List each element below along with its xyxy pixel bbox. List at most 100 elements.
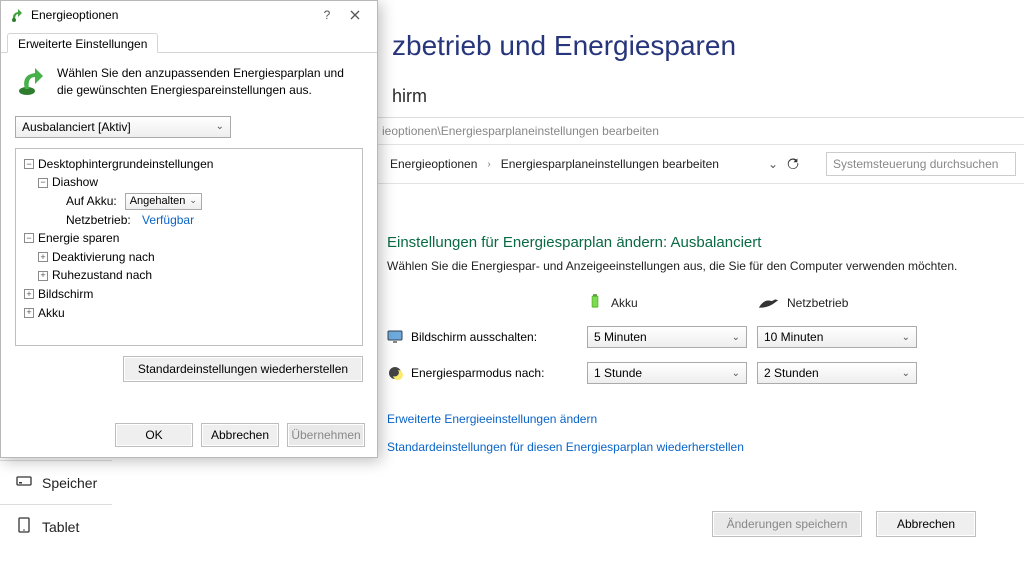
dialog-tabbar: Erweiterte Einstellungen xyxy=(1,29,377,53)
on-ac-value[interactable]: Verfügbar xyxy=(142,211,194,230)
tree-prop-label: Netzbetrieb: xyxy=(66,211,131,230)
expand-icon[interactable]: + xyxy=(24,308,34,318)
restore-plan-defaults-link[interactable]: Standardeinstellungen für diesen Energie… xyxy=(387,440,1024,454)
tree-desktop-bg[interactable]: − Desktophintergrundeinstellungen xyxy=(24,155,354,174)
search-input[interactable]: Systemsteuerung durchsuchen xyxy=(826,152,1016,176)
tree-diashow[interactable]: − Diashow xyxy=(24,173,354,192)
sidebar-item-label: Tablet xyxy=(42,519,79,535)
expand-icon[interactable]: + xyxy=(38,252,48,262)
page-title: zbetrieb und Energiesparen xyxy=(392,0,1024,72)
tree-on-ac[interactable]: Netzbetrieb: Verfügbar xyxy=(24,211,354,230)
plan-grid: Akku Netzbetrieb Bildschirm ausschalten:… xyxy=(387,293,987,384)
chevron-down-icon[interactable]: ⌄ xyxy=(760,157,786,171)
tree-display[interactable]: + Bildschirm xyxy=(24,285,354,304)
tree-on-battery[interactable]: Auf Akku: Angehalten ⌄ xyxy=(24,192,354,211)
tree-label: Energie sparen xyxy=(38,229,119,248)
settings-tree[interactable]: − Desktophintergrundeinstellungen − Dias… xyxy=(15,148,363,346)
plug-icon xyxy=(757,296,779,310)
chevron-down-icon: ⌄ xyxy=(732,368,740,379)
plan-selector-value: Ausbalanciert [Aktiv] xyxy=(22,120,131,134)
dialog-titlebar[interactable]: Energieoptionen ? xyxy=(1,1,377,29)
collapse-icon[interactable]: − xyxy=(24,233,34,243)
row-sleep-label: Energiesparmodus nach: xyxy=(411,366,544,380)
settings-sidebar: Speicher Tablet xyxy=(0,460,112,548)
crumb-energy[interactable]: Energieoptionen xyxy=(390,157,477,171)
tree-label: Diashow xyxy=(52,173,98,192)
crumb-plan-edit[interactable]: Energiesparplaneinstellungen bearbeiten xyxy=(501,157,719,171)
chevron-right-icon: › xyxy=(487,159,490,170)
tree-hibernate-after[interactable]: + Ruhezustand nach xyxy=(24,266,354,285)
row-display-off-label: Bildschirm ausschalten: xyxy=(411,330,537,344)
column-ac-label: Netzbetrieb xyxy=(787,296,848,310)
plan-links: Erweiterte Energieeinstellungen ändern S… xyxy=(387,412,1024,454)
energy-large-icon xyxy=(15,65,47,97)
on-battery-value: Angehalten xyxy=(130,193,186,210)
sleep-icon xyxy=(387,365,403,381)
tree-deactivate-after[interactable]: + Deaktivierung nach xyxy=(24,248,354,267)
close-button[interactable] xyxy=(341,4,369,26)
save-changes-button[interactable]: Änderungen speichern xyxy=(712,511,862,537)
tree-energy-save[interactable]: − Energie sparen xyxy=(24,229,354,248)
tree-prop-label: Auf Akku: xyxy=(66,192,117,211)
collapse-icon[interactable]: − xyxy=(38,178,48,188)
energy-app-icon xyxy=(9,7,25,23)
cancel-button[interactable]: Abbrechen xyxy=(876,511,976,537)
tree-label: Akku xyxy=(38,304,65,323)
tree-label: Ruhezustand nach xyxy=(52,266,152,285)
collapse-icon[interactable]: − xyxy=(24,159,34,169)
plan-selector-combo[interactable]: Ausbalanciert [Aktiv] ⌄ xyxy=(15,116,231,138)
column-battery: Akku xyxy=(587,293,747,312)
page-subtitle: hirm xyxy=(392,86,1024,107)
chevron-down-icon: ⌄ xyxy=(189,194,197,208)
advanced-settings-link[interactable]: Erweiterte Energieeinstellungen ändern xyxy=(387,412,1024,426)
dialog-title: Energieoptionen xyxy=(31,8,118,22)
ok-button[interactable]: OK xyxy=(115,423,193,447)
battery-icon xyxy=(587,293,603,312)
sleep-battery-value: 1 Stunde xyxy=(594,366,642,380)
on-battery-value-combo[interactable]: Angehalten ⌄ xyxy=(125,193,202,210)
dialog-cancel-button[interactable]: Abbrechen xyxy=(201,423,279,447)
help-button[interactable]: ? xyxy=(313,4,341,26)
monitor-icon xyxy=(387,329,403,345)
sidebar-item-label: Speicher xyxy=(42,475,97,491)
column-ac: Netzbetrieb xyxy=(757,296,917,310)
sleep-ac-value: 2 Stunden xyxy=(764,366,819,380)
dialog-body: Wählen Sie den anzupassenden Energiespar… xyxy=(1,53,377,392)
expand-icon[interactable]: + xyxy=(38,271,48,281)
plan-description: Wählen Sie die Energiespar- und Anzeigee… xyxy=(387,259,987,273)
apply-button[interactable]: Übernehmen xyxy=(287,423,365,447)
chevron-down-icon: ⌄ xyxy=(902,368,910,379)
display-off-ac-value: 10 Minuten xyxy=(764,330,823,344)
row-display-off: Bildschirm ausschalten: xyxy=(387,329,577,345)
sleep-battery-combo[interactable]: 1 Stunde ⌄ xyxy=(587,362,747,384)
tablet-icon xyxy=(16,517,32,536)
chevron-down-icon: ⌄ xyxy=(902,332,910,343)
restore-defaults-button[interactable]: Standardeinstellungen wiederherstellen xyxy=(123,356,363,382)
plan-select-row: Ausbalanciert [Aktiv] ⌄ xyxy=(15,116,363,138)
refresh-button[interactable] xyxy=(786,157,826,171)
expand-icon[interactable]: + xyxy=(24,289,34,299)
search-placeholder: Systemsteuerung durchsuchen xyxy=(833,157,998,171)
tree-label: Bildschirm xyxy=(38,285,93,304)
page-button-bar: Änderungen speichern Abbrechen xyxy=(712,511,976,537)
display-off-battery-value: 5 Minuten xyxy=(594,330,647,344)
column-battery-label: Akku xyxy=(611,296,638,310)
sidebar-item-tablet[interactable]: Tablet xyxy=(0,505,112,548)
chevron-down-icon: ⌄ xyxy=(216,121,224,132)
sleep-ac-combo[interactable]: 2 Stunden ⌄ xyxy=(757,362,917,384)
tab-advanced-settings[interactable]: Erweiterte Einstellungen xyxy=(7,33,158,53)
row-sleep: Energiesparmodus nach: xyxy=(387,365,577,381)
energy-options-dialog: Energieoptionen ? Erweiterte Einstellung… xyxy=(0,0,378,458)
display-off-ac-combo[interactable]: 10 Minuten ⌄ xyxy=(757,326,917,348)
tree-battery[interactable]: + Akku xyxy=(24,304,354,323)
plan-heading: Einstellungen für Energiesparplan ändern… xyxy=(387,234,987,251)
chevron-down-icon: ⌄ xyxy=(732,332,740,343)
tree-label: Deaktivierung nach xyxy=(52,248,155,267)
display-off-battery-combo[interactable]: 5 Minuten ⌄ xyxy=(587,326,747,348)
plan-settings: Einstellungen für Energiesparplan ändern… xyxy=(387,234,987,384)
sidebar-item-storage[interactable]: Speicher xyxy=(0,461,112,504)
storage-icon xyxy=(16,473,32,492)
dialog-intro-text: Wählen Sie den anzupassenden Energiespar… xyxy=(57,65,363,100)
restore-row: Standardeinstellungen wiederherstellen xyxy=(15,356,363,382)
dialog-buttons: OK Abbrechen Übernehmen xyxy=(115,423,365,447)
